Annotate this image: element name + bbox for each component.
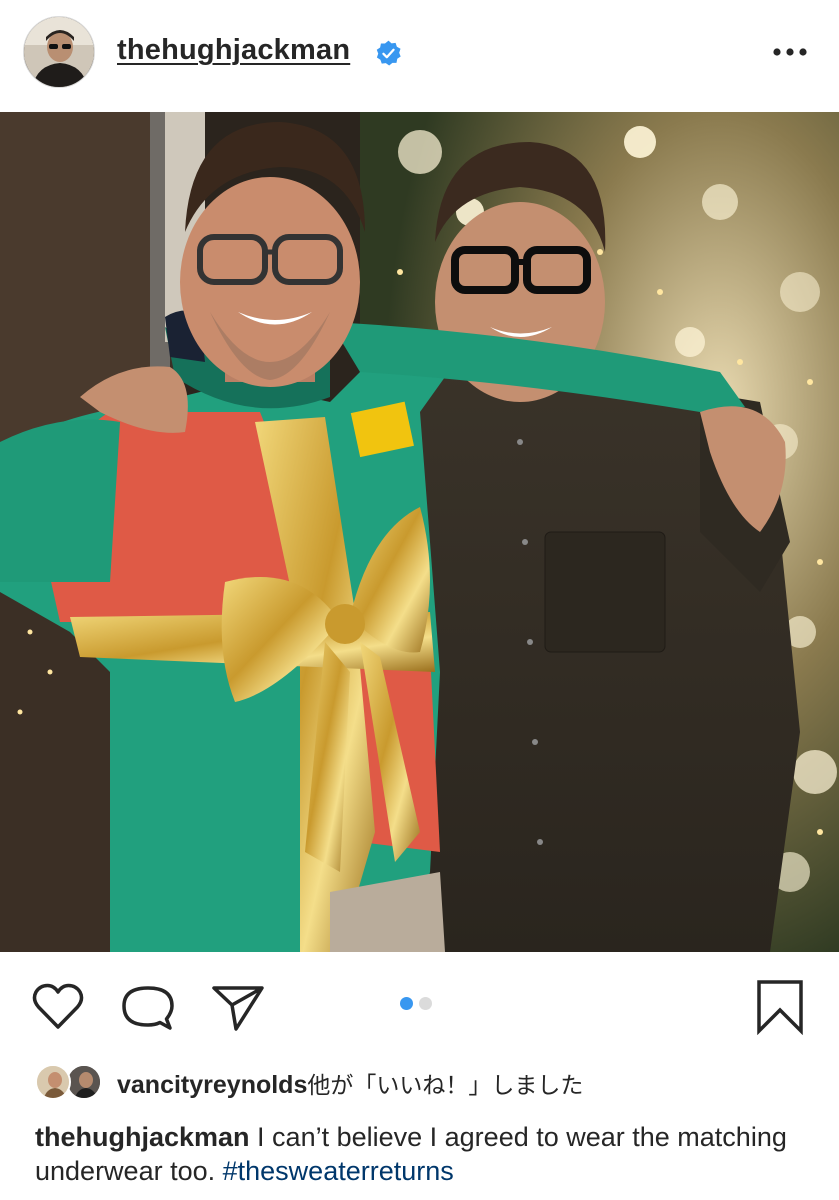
likes-summary: vancityreynolds他が「いいね！」しました	[117, 1066, 583, 1100]
likes-row: vancityreynolds他が「いいね！」しました	[0, 1058, 839, 1108]
liker-avatar[interactable]	[35, 1064, 71, 1100]
profile-avatar[interactable]	[23, 16, 95, 88]
bookmark-icon[interactable]	[755, 979, 805, 1035]
comment-icon[interactable]	[120, 979, 176, 1035]
heart-icon[interactable]	[30, 979, 86, 1035]
post-photo[interactable]	[0, 112, 839, 952]
post-header: thehughjackman	[0, 0, 839, 112]
caption-hashtag[interactable]: #thesweaterreturns	[223, 1156, 454, 1186]
post-caption: thehughjackman I can’t believe I agreed …	[35, 1120, 815, 1188]
action-bar	[0, 952, 839, 1052]
ellipsis-icon[interactable]	[770, 40, 810, 64]
paper-plane-icon[interactable]	[210, 979, 266, 1035]
carousel-indicator	[400, 997, 438, 1011]
carousel-dot-active[interactable]	[400, 997, 413, 1010]
instagram-post: thehughjackman vancityreynolds他が「いいね！」しま…	[0, 0, 839, 1200]
caption-username[interactable]: thehughjackman	[35, 1122, 250, 1152]
likes-rest-text: 他が「いいね！」しました	[307, 1073, 584, 1099]
carousel-dot[interactable]	[419, 997, 432, 1010]
verified-badge-icon	[376, 40, 401, 66]
header-username[interactable]: thehughjackman	[117, 34, 350, 67]
liker-avatar[interactable]	[66, 1064, 102, 1100]
likes-username[interactable]: vancityreynolds	[117, 1071, 307, 1099]
